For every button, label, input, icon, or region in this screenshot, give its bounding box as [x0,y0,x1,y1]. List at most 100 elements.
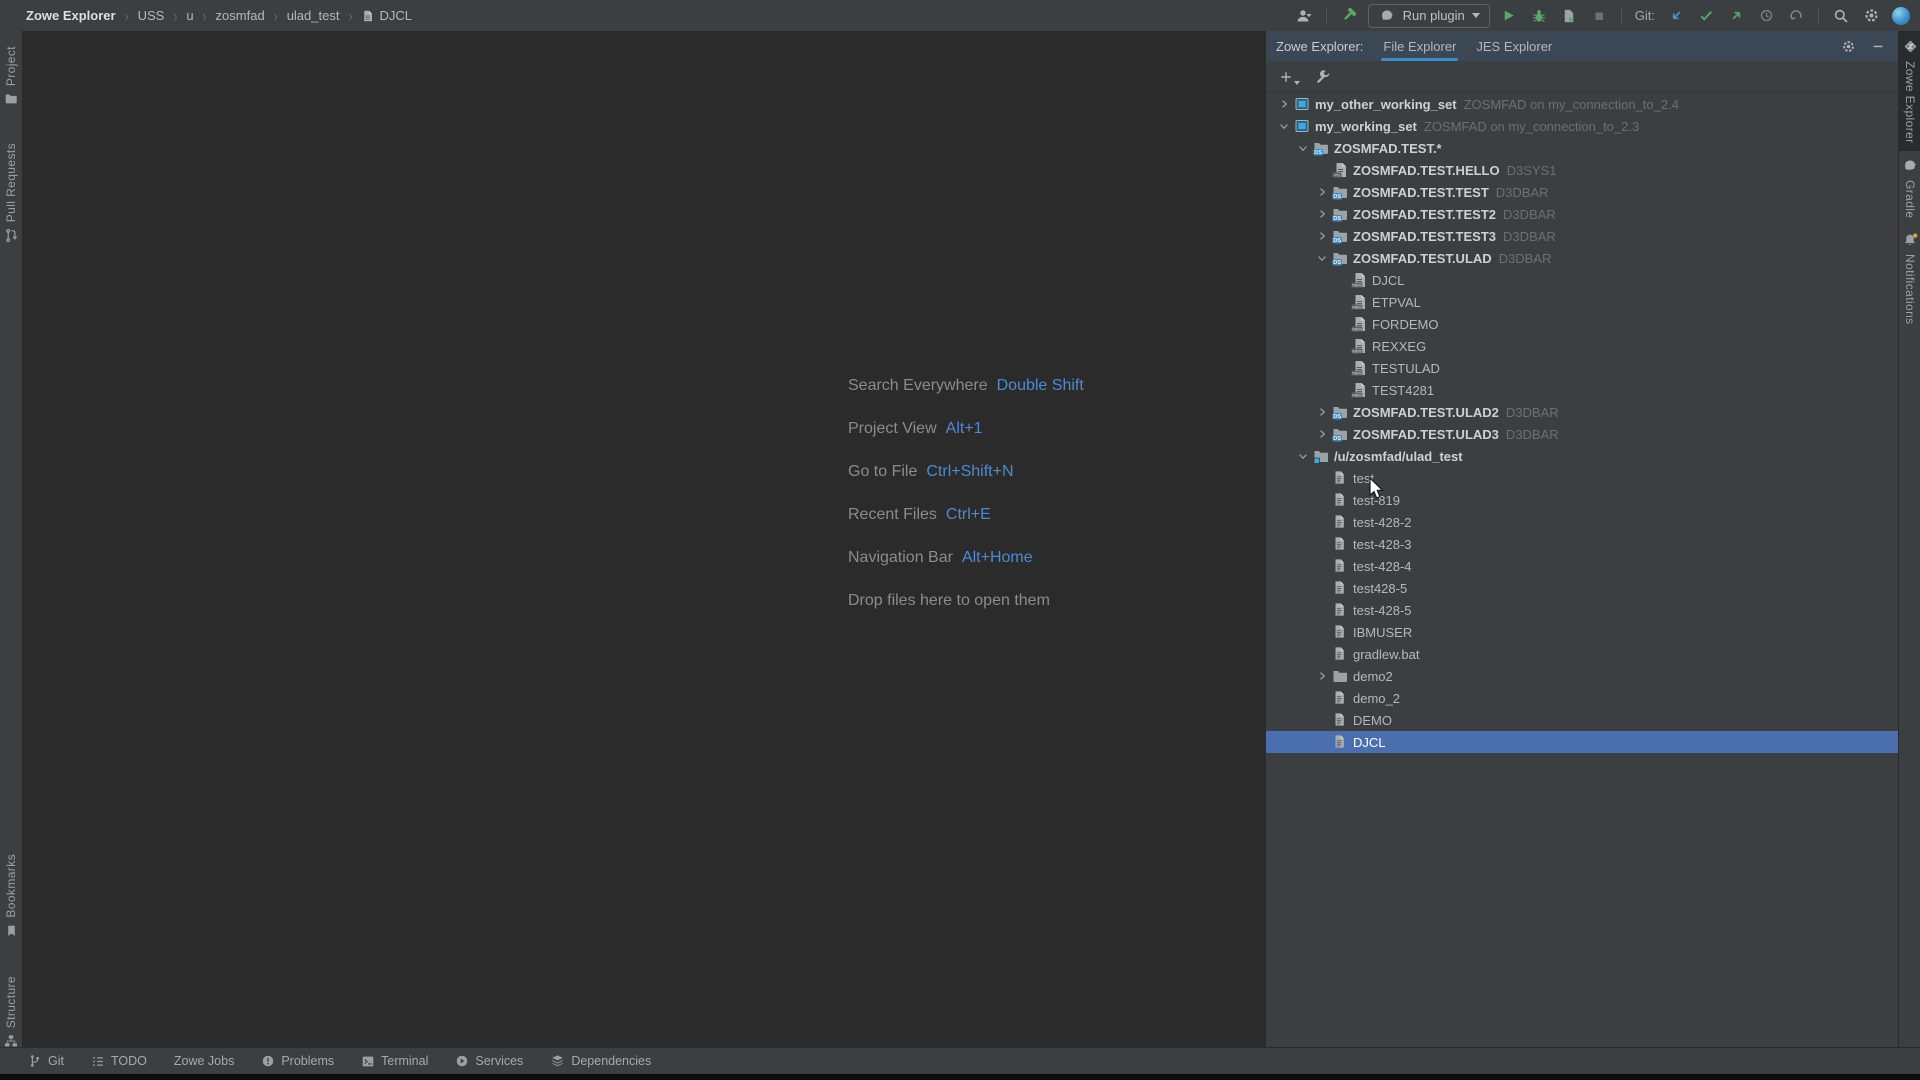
tree-item-test[interactable]: test [1266,467,1899,489]
svg-text:DS: DS [1314,150,1322,156]
chevron-slot [1295,448,1311,464]
breadcrumb-item-djcl[interactable]: DJCL [361,8,412,23]
tree-item-rexxeg[interactable]: MEMREXXEG [1266,335,1899,357]
tab-file-explorer[interactable]: File Explorer [1383,31,1456,61]
tree-item-suffix: D3DBAR [1496,185,1549,200]
tree-item-test-819[interactable]: test-819 [1266,489,1899,511]
chevron-slot [1314,624,1330,640]
statusbar-item-dependencies[interactable]: Dependencies [550,1054,651,1068]
hint-shortcut: Ctrl+E [946,506,991,524]
stripe-button-project[interactable]: Project [0,39,22,112]
run-with-coverage-button[interactable] [1558,4,1580,28]
bookmark-icon [5,924,18,938]
chevron-collapsed-icon[interactable] [1316,428,1328,440]
chevron-expanded-icon[interactable] [1316,252,1328,264]
tree-item-djcl[interactable]: MEMDJCL [1266,269,1899,291]
tab-jes-explorer[interactable]: JES Explorer [1476,31,1552,61]
tree-item-test428-5[interactable]: test428-5 [1266,577,1899,599]
tree-item-zosmfad-test-ulad2[interactable]: DSZOSMFAD.TEST.ULAD2D3DBAR [1266,401,1899,423]
chevron-collapsed-icon[interactable] [1316,208,1328,220]
statusbar-item-git[interactable]: Git [28,1054,64,1068]
stripe-button-notifications[interactable]: Notifications [1899,225,1920,332]
hint-label: Search Everywhere [848,377,988,395]
tree-item-etpval[interactable]: MEMETPVAL [1266,291,1899,313]
tree-item-zosmfad-test-ulad3[interactable]: DSZOSMFAD.TEST.ULAD3D3DBAR [1266,423,1899,445]
tree-item-label: demo_2 [1353,691,1400,706]
stripe-button-zowe-explorer[interactable]: Zowe Explorer [1899,31,1920,151]
tree-item-zosmfad-test-test[interactable]: DSZOSMFAD.TEST.TESTD3DBAR [1266,181,1899,203]
tree-item-demo2[interactable]: demo2 [1266,665,1899,687]
chevron-collapsed-icon[interactable] [1278,98,1290,110]
breadcrumb-item-uss[interactable]: USS [138,8,165,23]
breadcrumb-item-u[interactable]: u [186,8,193,23]
statusbar-label: Git [48,1054,64,1068]
build-project-button[interactable] [1338,4,1360,28]
tree-item-label: ZOSMFAD.TEST.TEST [1353,185,1489,200]
search-everywhere-button[interactable] [1830,4,1852,28]
tree-item-zosmfad-test-test2[interactable]: DSZOSMFAD.TEST.TEST2D3DBAR [1266,203,1899,225]
tree-item-test-428-2[interactable]: test-428-2 [1266,511,1899,533]
stripe-button-structure[interactable]: Structure [0,969,22,1055]
folder-icon [1332,668,1348,684]
tree-item-demo-2[interactable]: demo_2 [1266,687,1899,709]
tree-item-zosmfad-test-hello[interactable]: PSZOSMFAD.TEST.HELLOD3SYS1 [1266,159,1899,181]
statusbar-item-zowe-jobs[interactable]: Zowe Jobs [174,1054,234,1068]
run-configuration-combo[interactable]: Run plugin [1368,4,1490,28]
chevron-collapsed-icon[interactable] [1316,406,1328,418]
statusbar-item-services[interactable]: Services [455,1054,523,1068]
stop-button[interactable] [1588,4,1610,28]
toolwindow-toolbar [1266,61,1899,93]
stripe-button-bookmarks[interactable]: Bookmarks [0,847,22,945]
git-rollback-button[interactable] [1785,4,1807,28]
chevron-expanded-icon[interactable] [1297,142,1309,154]
run-button[interactable] [1498,4,1520,28]
chevron-collapsed-icon[interactable] [1316,186,1328,198]
statusbar-item-todo[interactable]: TODO [91,1054,147,1068]
tree-item--u-zosmfad-ulad-test[interactable]: /u/zosmfad/ulad_test [1266,445,1899,467]
debug-button[interactable] [1528,4,1550,28]
breadcrumb-item-ulad-test[interactable]: ulad_test [287,8,340,23]
tree-item-test4281[interactable]: MEMTEST4281 [1266,379,1899,401]
tree-item-my-working-set[interactable]: my_working_setZOSMFAD on my_connection_t… [1266,115,1899,137]
git-update-button[interactable] [1665,4,1687,28]
user-menu-button[interactable] [1293,4,1315,28]
git-commit-button[interactable] [1695,4,1717,28]
tree-item-zosmfad-test-[interactable]: DSZOSMFAD.TEST.* [1266,137,1899,159]
stripe-button-gradle[interactable]: Gradle [1899,151,1920,225]
tree-item-testulad[interactable]: MEMTESTULAD [1266,357,1899,379]
add-working-set-button[interactable] [1279,70,1300,84]
chevron-expanded-icon[interactable] [1297,450,1309,462]
breadcrumb-item-zosmfad[interactable]: zosmfad [216,8,265,23]
zowe-icon [1902,38,1919,55]
tree-item-demo[interactable]: DEMO [1266,709,1899,731]
toolwindow-settings-button[interactable] [1841,39,1856,54]
tree-item-label: ZOSMFAD.TEST.TEST3 [1353,229,1496,244]
chevron-collapsed-icon[interactable] [1316,670,1328,682]
tree-item-ibmuser[interactable]: IBMUSER [1266,621,1899,643]
toolwindow-tools-button[interactable] [1316,69,1331,84]
tree-item-test-428-4[interactable]: test-428-4 [1266,555,1899,577]
breadcrumb-item-zowe-explorer[interactable]: Zowe Explorer [26,8,116,23]
stripe-label: Notifications [1903,254,1917,325]
toolwindow-minimize-button[interactable] [1871,39,1885,53]
git-push-button[interactable] [1725,4,1747,28]
git-history-button[interactable] [1755,4,1777,28]
tree-item-zosmfad-test-test3[interactable]: DSZOSMFAD.TEST.TEST3D3DBAR [1266,225,1899,247]
tree-item-fordemo[interactable]: MEMFORDEMO [1266,313,1899,335]
tree-item-zosmfad-test-ulad[interactable]: DSZOSMFAD.TEST.ULADD3DBAR [1266,247,1899,269]
settings-button[interactable] [1860,4,1882,28]
avatar[interactable] [1890,4,1912,28]
stripe-button-pull-requests[interactable]: Pull Requests [0,136,22,250]
tree-item-gradlew-bat[interactable]: gradlew.bat [1266,643,1899,665]
statusbar-item-terminal[interactable]: Terminal [361,1054,428,1068]
chevron-slot [1314,250,1330,266]
dataset-folder-icon: DS [1332,250,1348,266]
tree-item-label: TESTULAD [1372,361,1440,376]
tree-item-my-other-working-set[interactable]: my_other_working_setZOSMFAD on my_connec… [1266,93,1899,115]
tree-item-djcl[interactable]: DJCL [1266,731,1899,753]
chevron-expanded-icon[interactable] [1278,120,1290,132]
tree-item-test-428-3[interactable]: test-428-3 [1266,533,1899,555]
tree-item-test-428-5[interactable]: test-428-5 [1266,599,1899,621]
statusbar-item-problems[interactable]: Problems [261,1054,334,1068]
chevron-collapsed-icon[interactable] [1316,230,1328,242]
